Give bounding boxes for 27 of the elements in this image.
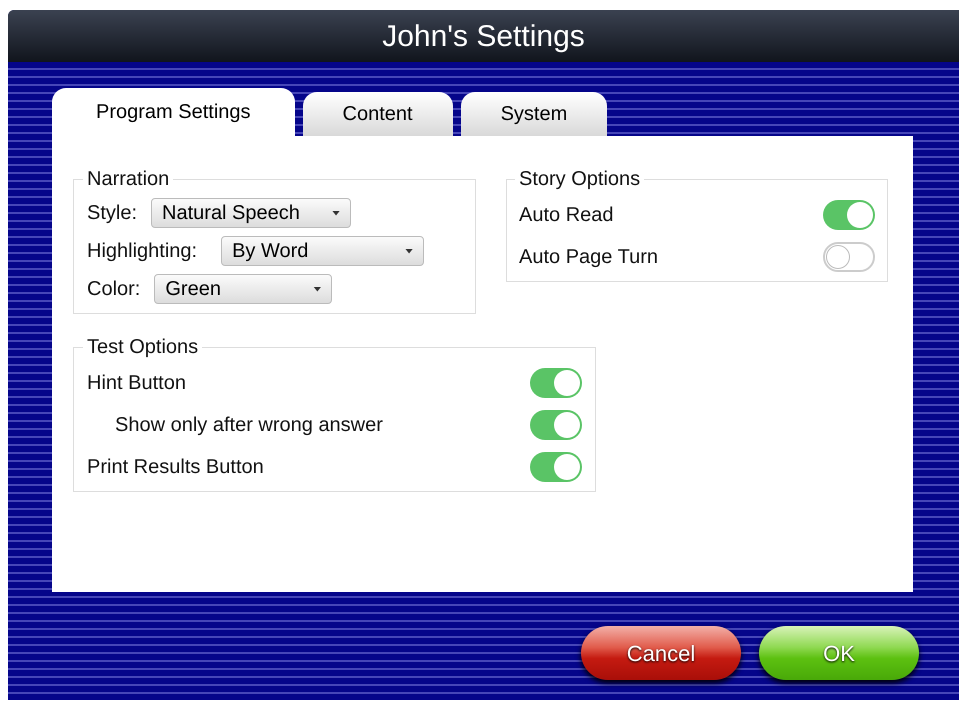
toggle-label: Auto Page Turn bbox=[519, 245, 658, 270]
dropdown[interactable]: Natural Speech bbox=[151, 198, 352, 228]
caret-icon bbox=[405, 248, 414, 254]
toggle-switch[interactable] bbox=[530, 452, 582, 482]
toggle-label: Hint Button bbox=[87, 371, 186, 396]
tab[interactable]: System bbox=[460, 92, 608, 136]
group-title: Story Options bbox=[518, 167, 642, 192]
group-title: Test Options bbox=[86, 335, 200, 360]
tab[interactable]: Program Settings bbox=[52, 88, 295, 136]
toggle-switch[interactable] bbox=[823, 200, 875, 230]
dropdown[interactable]: By Word bbox=[221, 236, 424, 266]
toggle-switch[interactable] bbox=[823, 242, 875, 272]
field-label: Highlighting: bbox=[87, 239, 198, 264]
toggle-label: Auto Read bbox=[519, 203, 614, 228]
toggle-label: Show only after wrong answer bbox=[114, 413, 383, 438]
toggle-switch[interactable] bbox=[530, 368, 582, 398]
field-label: Color: bbox=[87, 277, 140, 302]
window-title: John's Settings bbox=[382, 18, 585, 54]
field-label: Style: bbox=[87, 201, 138, 226]
toggle-label: Print Results Button bbox=[87, 455, 264, 480]
caret-icon bbox=[313, 286, 322, 292]
group-title: Narration bbox=[86, 167, 170, 192]
caret-icon bbox=[332, 210, 340, 216]
toggle-switch[interactable] bbox=[530, 410, 582, 440]
cancel-button[interactable]: Cancel bbox=[581, 626, 741, 680]
tab[interactable]: Content bbox=[302, 92, 453, 136]
dropdown[interactable]: Green bbox=[154, 274, 332, 304]
